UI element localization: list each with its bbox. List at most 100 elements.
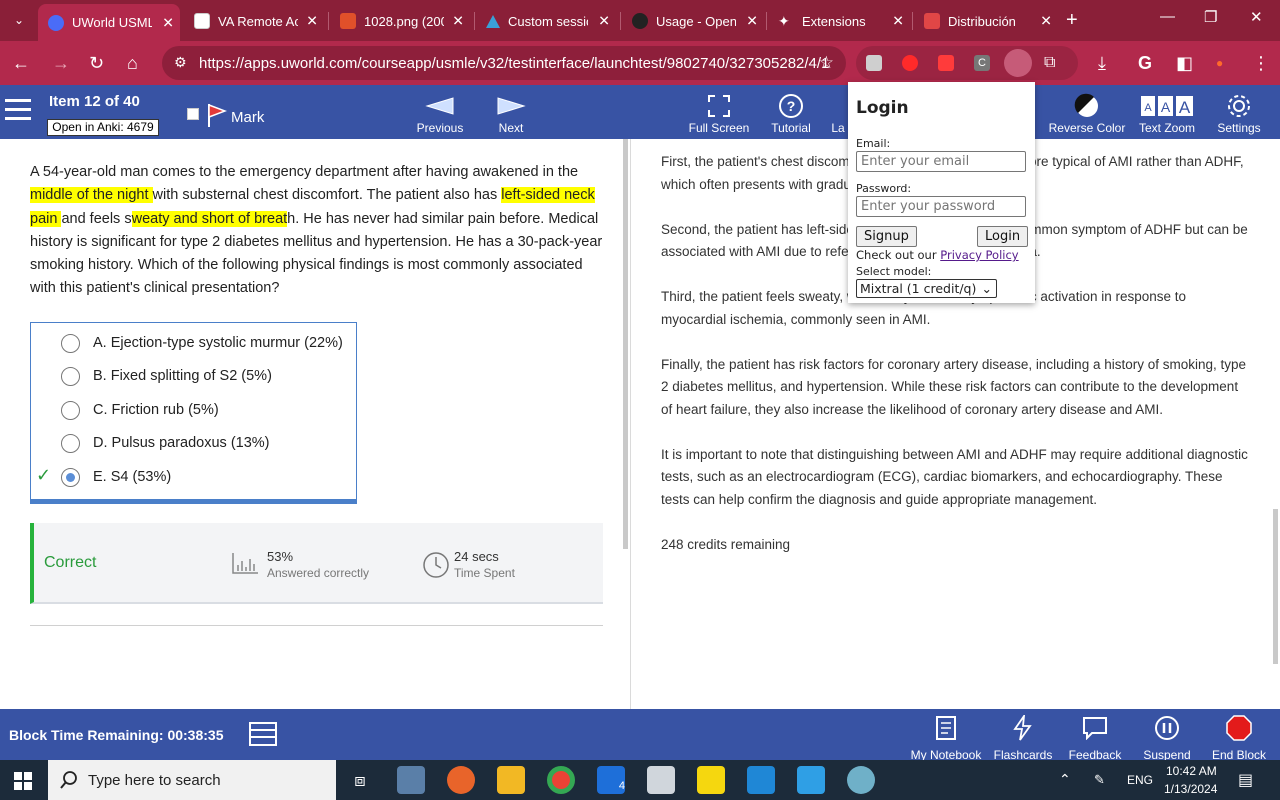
signup-button[interactable]: Signup: [856, 226, 917, 247]
forward-icon[interactable]: →: [52, 52, 70, 74]
radio-button[interactable]: [61, 400, 80, 420]
model-select[interactable]: Mixtral (1 credit/q) ⌄: [856, 279, 997, 298]
tab-close-icon[interactable]: ✕: [452, 13, 464, 30]
answer-choice-b[interactable]: B. Fixed splitting of S2 (5%): [61, 365, 272, 387]
site-settings-icon[interactable]: ⚙: [174, 54, 187, 71]
photos-icon[interactable]: [797, 766, 825, 794]
tab-image[interactable]: 1028.png (2000 ✕: [330, 6, 470, 36]
mark-label[interactable]: Mark: [231, 109, 264, 126]
taskbar-search[interactable]: Type here to search: [48, 760, 336, 800]
radio-button[interactable]: [61, 433, 80, 453]
answer-choice-c[interactable]: C. Friction rub (5%): [61, 399, 219, 421]
flame-extension-icon[interactable]: ●: [1216, 52, 1223, 74]
sticky-notes-icon[interactable]: [697, 766, 725, 794]
radio-button-selected[interactable]: [61, 467, 80, 487]
extension-icon[interactable]: C: [974, 55, 990, 71]
tab-close-icon[interactable]: ✕: [598, 13, 610, 30]
todo-app-icon[interactable]: 4: [597, 766, 625, 794]
login-button[interactable]: Login: [977, 226, 1029, 247]
end-block-button[interactable]: End Block: [1208, 715, 1270, 762]
tab-search-chevron-icon[interactable]: ⌄: [8, 9, 30, 31]
paint-icon[interactable]: [847, 766, 875, 794]
tab-custom-session[interactable]: Custom session ✕: [476, 6, 616, 36]
flashcards-button[interactable]: Flashcards: [992, 715, 1054, 762]
notification-icon[interactable]: ▤: [1238, 770, 1253, 790]
settings-button[interactable]: Settings: [1212, 93, 1266, 135]
suspend-button[interactable]: Suspend: [1140, 715, 1194, 762]
open-in-anki-button[interactable]: Open in Anki: 4679: [47, 119, 159, 136]
tab-va-remote[interactable]: VA Remote Access ✕: [184, 6, 324, 36]
task-view-icon[interactable]: ⧈: [346, 766, 374, 794]
answer-choice-d[interactable]: D. Pulsus paradoxus (13%): [61, 432, 270, 454]
pane-divider[interactable]: [630, 139, 631, 709]
clock-time[interactable]: 10:42 AM: [1166, 764, 1217, 778]
vscode-icon[interactable]: [747, 766, 775, 794]
tab-extensions[interactable]: ✦ Extensions ✕: [768, 6, 910, 36]
left-scrollbar[interactable]: [623, 139, 628, 549]
clock-date[interactable]: 1/13/2024: [1164, 782, 1217, 796]
language-indicator[interactable]: ENG: [1127, 773, 1153, 787]
new-tab-button[interactable]: +: [1066, 9, 1078, 32]
app-icon[interactable]: [647, 766, 675, 794]
previous-button[interactable]: Previous: [410, 93, 470, 135]
my-notebook-button[interactable]: My Notebook: [910, 715, 982, 762]
youtube-extension-icon[interactable]: [938, 55, 954, 71]
tab-openai-usage[interactable]: Usage - OpenAI ✕: [622, 6, 764, 36]
password-field[interactable]: [856, 196, 1026, 217]
browser-toolbar: ← → ↻ ⌂ ⚙ https://apps.uworld.com/course…: [0, 41, 1280, 85]
menu-hamburger-icon[interactable]: [5, 99, 31, 121]
feedback-button[interactable]: Feedback: [1066, 715, 1124, 762]
full-screen-button[interactable]: Full Screen: [686, 93, 752, 135]
chrome-icon[interactable]: [547, 766, 575, 794]
windows-start-icon[interactable]: [14, 772, 32, 790]
tab-uworld[interactable]: UWorld USMLE ✕: [38, 4, 180, 41]
uworld-header: Item 12 of 40 Open in Anki: 4679 Mark Pr…: [0, 85, 1280, 139]
lab-values-button[interactable]: La: [830, 93, 846, 135]
minimize-icon[interactable]: —: [1160, 8, 1175, 25]
answer-choice-a[interactable]: A. Ejection-type systolic murmur (22%): [61, 332, 343, 354]
text-zoom-button[interactable]: AAA Text Zoom: [1138, 93, 1196, 135]
search-placeholder: Type here to search: [88, 772, 221, 789]
extension-icon[interactable]: [902, 55, 918, 71]
radio-button[interactable]: [61, 333, 80, 353]
tab-distribucion[interactable]: Distribución ✕: [914, 6, 1058, 36]
email-field[interactable]: [856, 151, 1026, 172]
window-close-icon[interactable]: ✕: [1250, 8, 1263, 26]
profile-avatar[interactable]: G: [1138, 52, 1152, 74]
tab-close-icon[interactable]: ✕: [1040, 13, 1052, 30]
next-button[interactable]: Next: [486, 93, 536, 135]
tab-close-icon[interactable]: ✕: [306, 13, 318, 30]
address-bar[interactable]: ⚙ https://apps.uworld.com/courseapp/usml…: [162, 46, 846, 80]
credits-remaining: 248 credits remaining: [661, 536, 791, 552]
radio-button[interactable]: [61, 366, 80, 386]
file-explorer-icon[interactable]: [497, 766, 525, 794]
flag-icon[interactable]: [205, 102, 227, 128]
reload-icon[interactable]: ↻: [89, 52, 104, 74]
extensions-puzzle-icon[interactable]: ⧉: [1044, 55, 1060, 71]
mark-checkbox[interactable]: [187, 108, 199, 120]
tray-chevron-up-icon[interactable]: ⌃: [1059, 771, 1071, 788]
side-panel-icon[interactable]: ◧: [1176, 52, 1193, 74]
download-icon[interactable]: ⤓: [1098, 52, 1106, 74]
app-icon[interactable]: [397, 766, 425, 794]
extension-icon[interactable]: [866, 55, 882, 71]
bookmark-star-icon[interactable]: ☆: [819, 53, 834, 73]
privacy-policy-link[interactable]: Privacy Policy: [940, 248, 1018, 262]
right-scrollbar[interactable]: [1273, 509, 1278, 664]
pen-icon[interactable]: ✎: [1094, 772, 1105, 788]
restore-icon[interactable]: ❐: [1204, 8, 1217, 26]
reverse-color-button[interactable]: Reverse Color: [1046, 93, 1128, 135]
active-extension-icon[interactable]: [1004, 49, 1032, 77]
back-icon[interactable]: ←: [12, 52, 30, 74]
choice-label: D. Pulsus paradoxus (13%): [93, 435, 270, 451]
tutorial-button[interactable]: ? Tutorial: [766, 93, 816, 135]
tab-close-icon[interactable]: ✕: [892, 13, 904, 30]
home-icon[interactable]: ⌂: [127, 52, 138, 74]
tab-close-icon[interactable]: ✕: [162, 14, 174, 31]
tab-close-icon[interactable]: ✕: [746, 13, 758, 30]
app-icon[interactable]: [447, 766, 475, 794]
calculator-grid-icon[interactable]: [249, 722, 277, 746]
url-text[interactable]: https://apps.uworld.com/courseapp/usmle/…: [199, 55, 829, 72]
browser-menu-icon[interactable]: ⋮: [1252, 52, 1270, 74]
answer-choice-e[interactable]: E. S4 (53%): [61, 466, 171, 488]
